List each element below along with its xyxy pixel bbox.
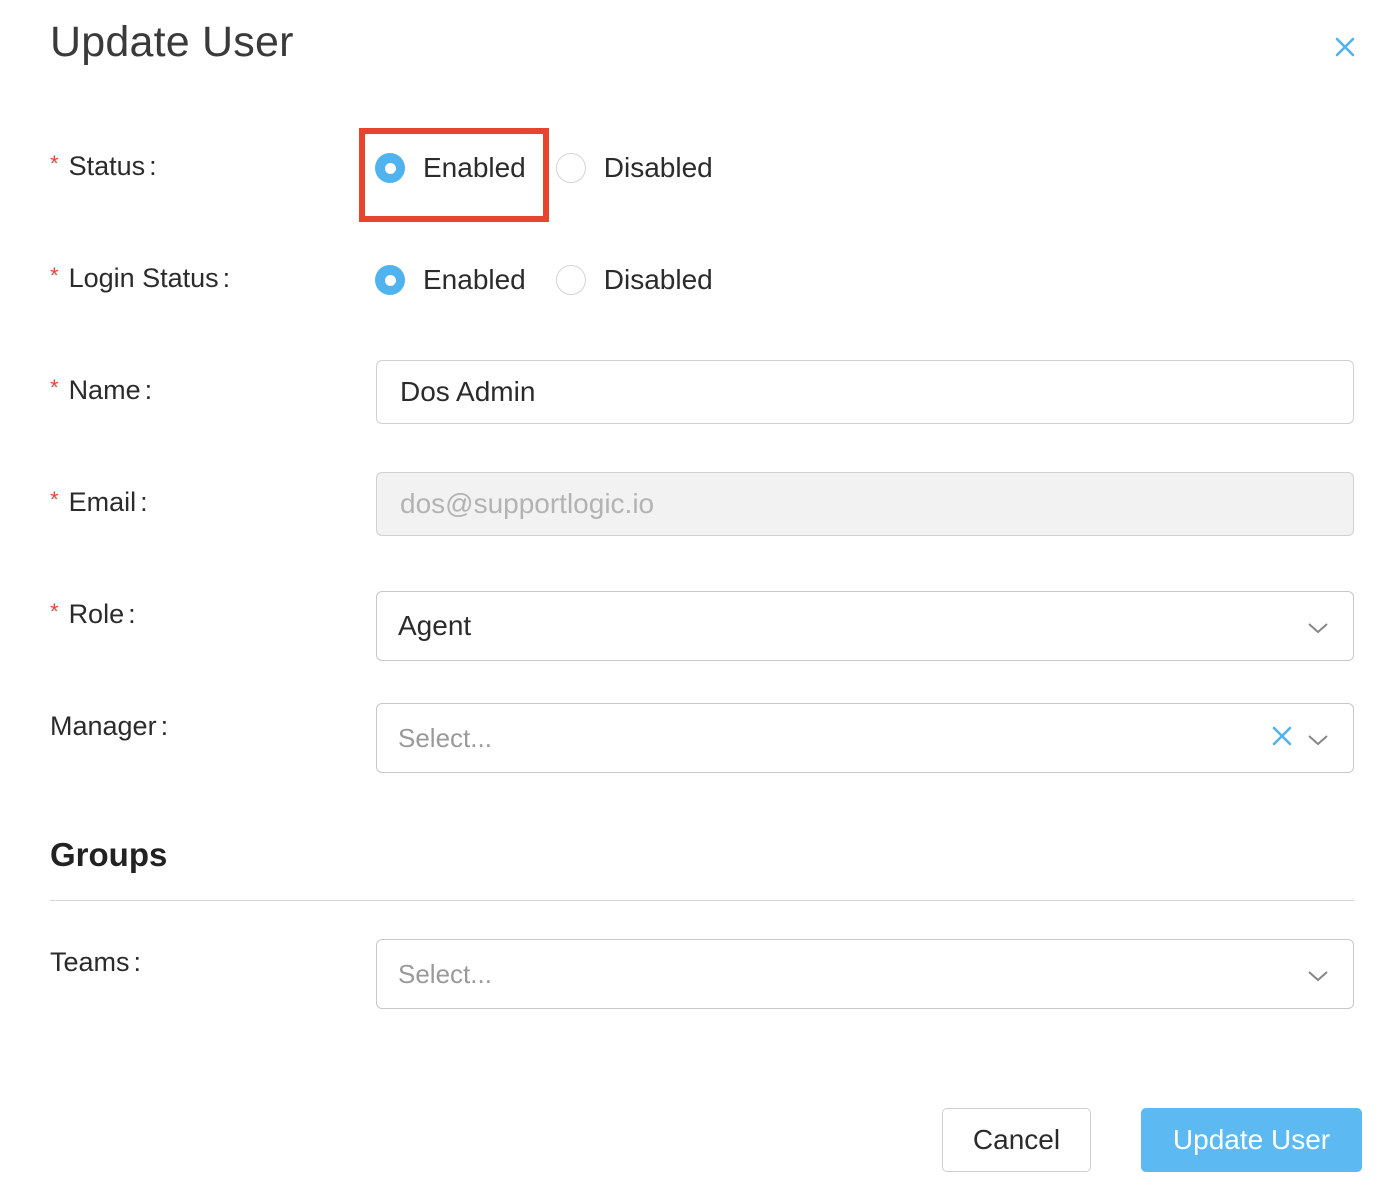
status-enabled-radio[interactable]: Enabled [375,152,526,184]
status-label: * Status: [50,151,157,181]
login-status-enabled-radio[interactable]: Enabled [375,264,526,296]
email-label: * Email: [50,487,148,517]
radio-checked-icon[interactable] [375,153,405,183]
manager-label: Manager: [50,711,169,741]
radio-unchecked-icon[interactable] [555,265,586,295]
modal-title: Update User [50,18,294,66]
radio-label: Disabled [603,264,713,295]
required-marker: * [50,487,59,512]
cancel-button[interactable]: Cancel [942,1108,1091,1172]
manager-row: Manager: Select... [50,693,1354,773]
groups-section-title: Groups [50,836,168,873]
required-marker: * [50,599,59,624]
name-label: * Name: [50,375,153,405]
role-select-value: Agent [398,610,472,641]
status-radio-group: Enabled Disabled [375,133,743,203]
email-row: * Email: dos@supportlogic.io [50,469,1354,539]
chevron-down-icon[interactable] [1307,722,1329,754]
update-user-modal: Update User * Status: Enabled Disabled * L… [0,0,1400,1196]
teams-select-placeholder: Select... [398,958,492,989]
teams-label: Teams: [50,947,142,977]
chevron-down-icon[interactable] [1307,610,1329,642]
role-label: * Role: [50,599,136,629]
teams-select[interactable]: Select... [376,939,1354,1009]
section-divider [50,900,1354,901]
radio-label: Enabled [423,152,526,183]
required-marker: * [50,375,59,400]
radio-unchecked-icon[interactable] [555,153,586,183]
status-disabled-radio[interactable]: Disabled [555,152,713,184]
teams-row: Teams: Select... [50,929,1354,1009]
name-input[interactable]: Dos Admin [376,360,1354,424]
login-status-radio-group: Enabled Disabled [375,245,743,315]
radio-checked-icon[interactable] [375,265,405,295]
login-status-row: * Login Status: Enabled Disabled [50,245,1354,315]
status-row: * Status: Enabled Disabled [50,133,1354,203]
clear-icon[interactable] [1271,722,1293,754]
radio-label: Enabled [423,264,526,295]
chevron-down-icon[interactable] [1307,958,1329,990]
update-user-button[interactable]: Update User [1141,1108,1362,1172]
close-icon[interactable] [1328,30,1362,64]
radio-label: Disabled [603,152,713,183]
manager-select[interactable]: Select... [376,703,1354,773]
login-status-label: * Login Status: [50,263,231,293]
required-marker: * [50,151,59,176]
role-row: * Role: Agent [50,581,1354,661]
email-input: dos@supportlogic.io [376,472,1354,536]
login-status-disabled-radio[interactable]: Disabled [555,264,713,296]
required-marker: * [50,263,59,288]
role-select[interactable]: Agent [376,591,1354,661]
manager-select-placeholder: Select... [398,722,492,753]
name-row: * Name: Dos Admin [50,357,1354,427]
